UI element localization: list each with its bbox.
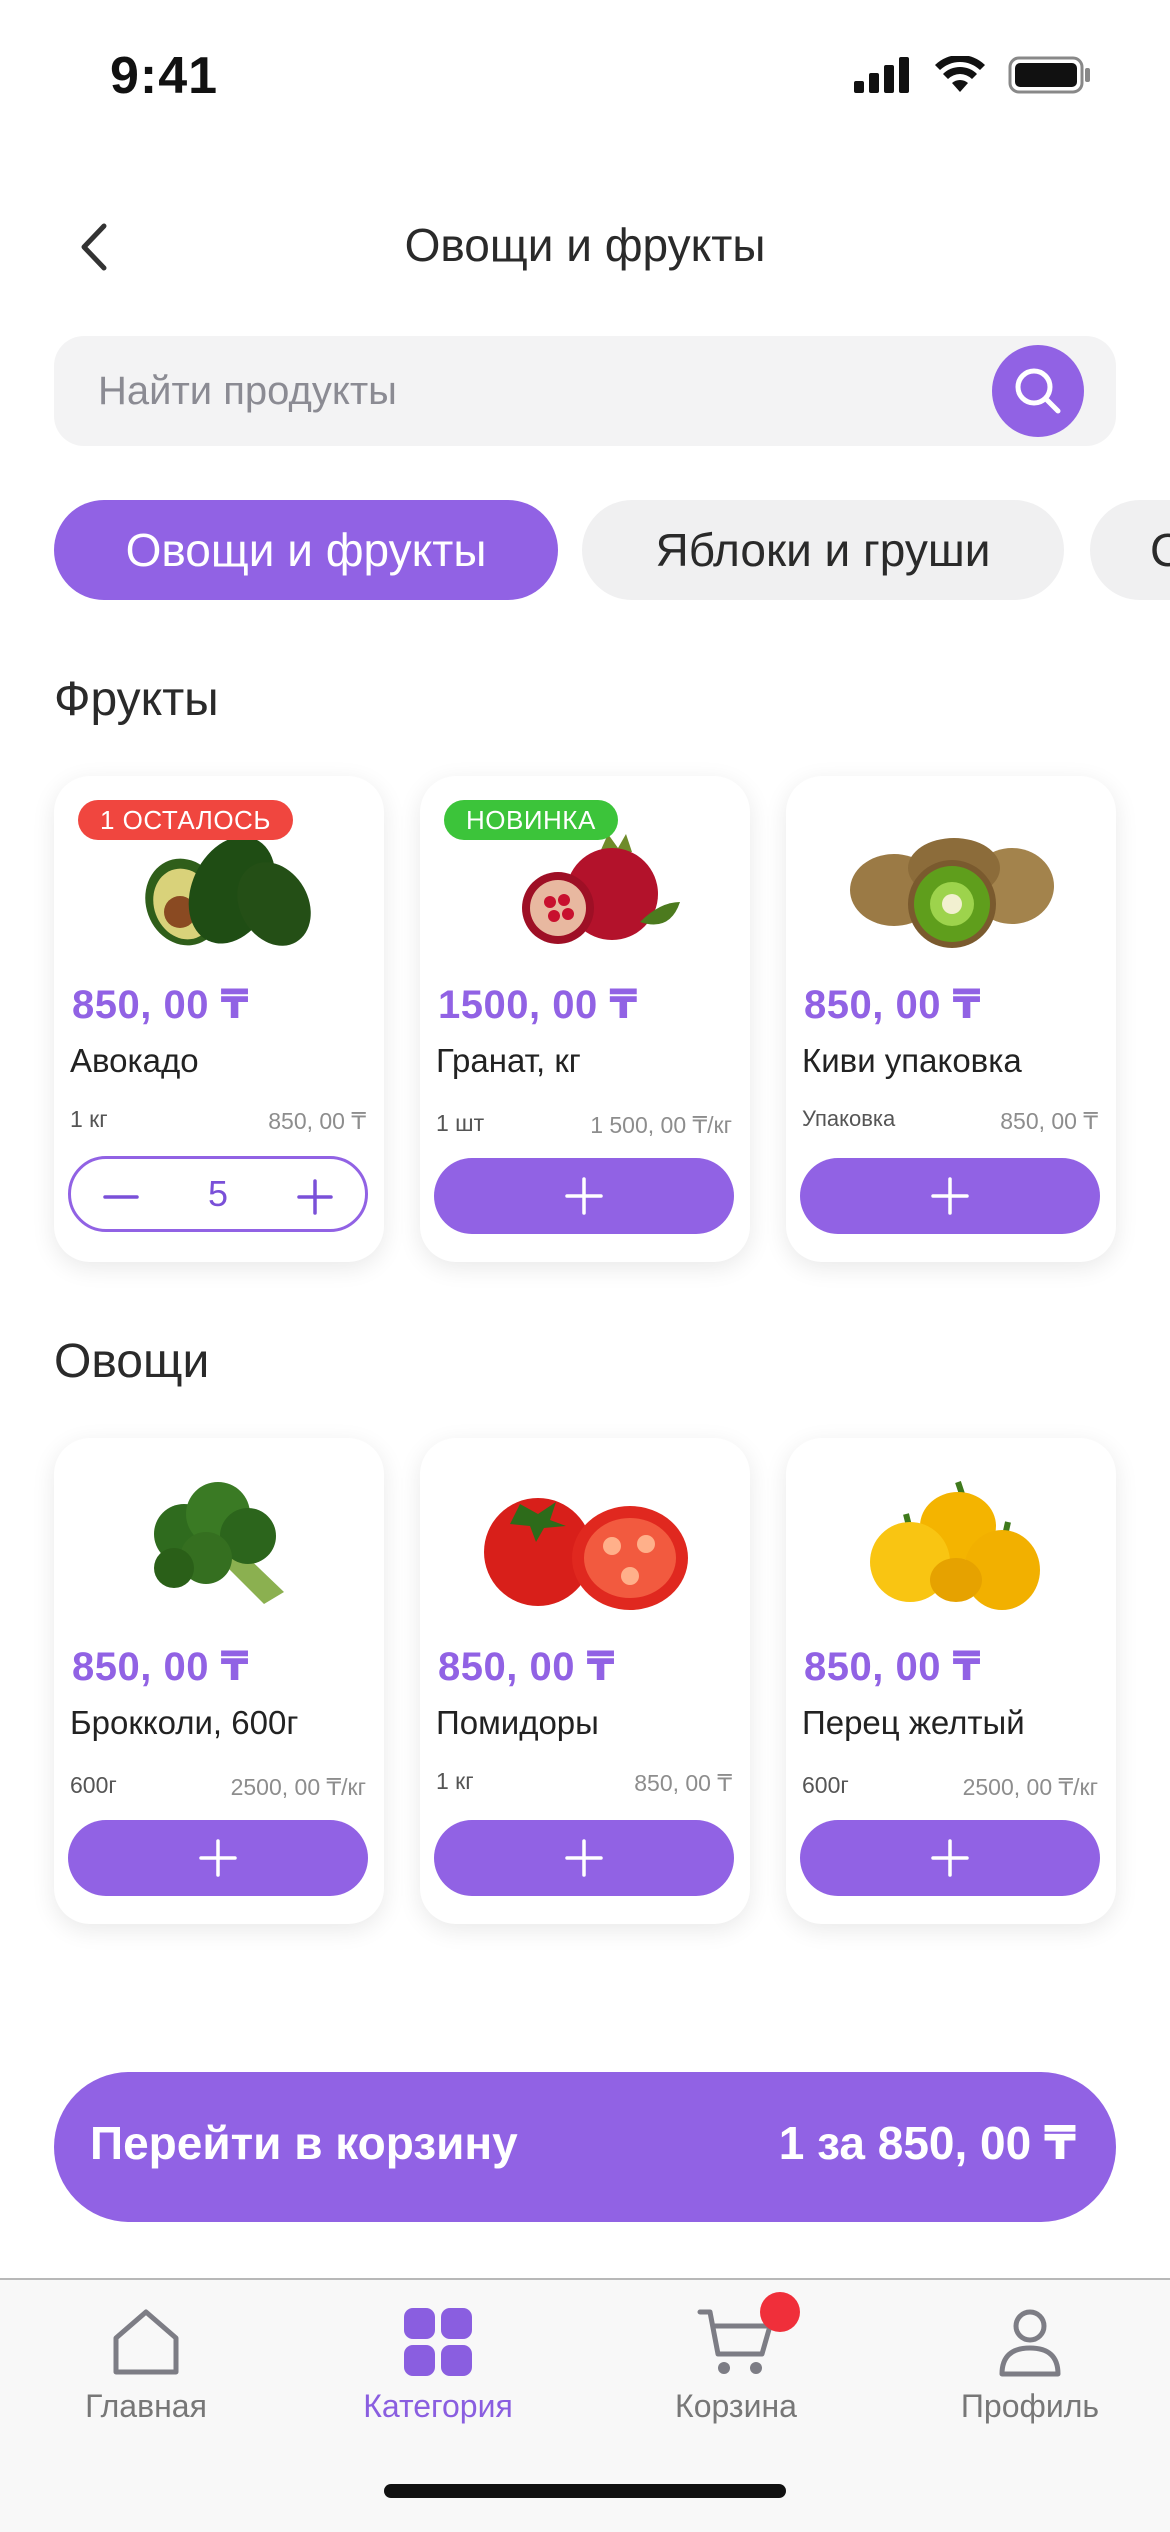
search-bar	[54, 336, 1116, 446]
go-to-cart-button[interactable]: Перейти в корзину 1 за 850, 00 ₸	[54, 2072, 1116, 2222]
plus-icon	[297, 1179, 333, 1215]
tab-label: Профиль	[960, 2388, 1100, 2424]
product-card-pomegranate[interactable]: НОВИНКА 1500, 00 ₸ Гранат, кг 1 шт 1 500…	[420, 776, 750, 1262]
kiwi-image	[850, 838, 1054, 948]
product-name: Перец желтый	[802, 1704, 1025, 1741]
go-to-cart-label: Перейти в корзину	[90, 2117, 518, 2169]
product-unit-price: 2500, 00 ₸/кг	[962, 1774, 1098, 1800]
product-unit: 1 кг	[70, 1106, 108, 1132]
product-unit: 1 шт	[436, 1110, 485, 1136]
cellular-signal-icon	[854, 57, 909, 93]
broccoli-image	[154, 1482, 284, 1604]
product-price: 850, 00 ₸	[72, 983, 249, 1027]
product-unit: Упаковка	[802, 1106, 896, 1131]
product-price: 850, 00 ₸	[804, 1645, 981, 1689]
chip-apples-pears[interactable]: Яблоки и груши	[582, 500, 1064, 600]
product-unit: 1 кг	[436, 1768, 474, 1794]
product-price: 850, 00 ₸	[72, 1645, 249, 1689]
category-chips: Овощи и фрукты Яблоки и груши С	[54, 500, 1170, 600]
tab-label: Главная	[85, 2388, 207, 2424]
product-unit-price: 2500, 00 ₸/кг	[230, 1774, 366, 1800]
tab-cart[interactable]: Корзина	[590, 2280, 882, 2480]
header: Овощи и фрукты	[0, 190, 1170, 300]
tab-label: Корзина	[675, 2388, 797, 2424]
plus-icon	[565, 1839, 603, 1877]
tab-label: Категория	[363, 2388, 513, 2424]
status-icons	[854, 56, 1092, 94]
product-price: 1500, 00 ₸	[438, 983, 638, 1027]
search-input[interactable]	[98, 336, 978, 446]
add-to-cart-button[interactable]	[800, 1158, 1100, 1234]
product-name: Помидоры	[436, 1704, 599, 1741]
add-to-cart-button[interactable]	[434, 1158, 734, 1234]
battery-icon	[1008, 56, 1090, 94]
tab-home[interactable]: Главная	[0, 2280, 292, 2480]
product-card-yellow-pepper[interactable]: 850, 00 ₸ Перец желтый 600г 2500, 00 ₸/к…	[786, 1438, 1116, 1924]
plus-icon	[931, 1839, 969, 1877]
search-icon	[1015, 368, 1061, 414]
product-price: 850, 00 ₸	[438, 1645, 615, 1689]
tab-category[interactable]: Категория	[292, 2280, 584, 2480]
product-card-tomatoes[interactable]: 850, 00 ₸ Помидоры 1 кг 850, 00 ₸	[420, 1438, 750, 1924]
profile-icon	[999, 2309, 1061, 2377]
product-unit-price: 850, 00 ₸	[268, 1108, 366, 1134]
product-card-avocado[interactable]: 1 ОСТАЛОСЬ 850, 00 ₸ Авокадо 1 кг 850, 0…	[54, 776, 384, 1262]
home-indicator	[384, 2484, 786, 2498]
product-name: Авокадо	[70, 1042, 199, 1079]
leftover-badge: 1 ОСТАЛОСЬ	[78, 800, 293, 840]
status-bar: 9:41	[0, 0, 1170, 150]
plus-icon	[931, 1177, 969, 1215]
plus-icon	[199, 1839, 237, 1877]
status-time: 9:41	[110, 47, 219, 105]
product-unit-price: 850, 00 ₸	[1000, 1108, 1098, 1134]
add-to-cart-button[interactable]	[800, 1820, 1100, 1896]
plus-icon	[565, 1177, 603, 1215]
search-button[interactable]	[992, 345, 1084, 437]
new-badge: НОВИНКА	[444, 800, 618, 840]
product-card-kiwi[interactable]: 850, 00 ₸ Киви упаковка Упаковка 850, 00…	[786, 776, 1116, 1262]
yellow-pepper-image	[870, 1481, 1040, 1610]
product-price: 850, 00 ₸	[804, 983, 981, 1027]
product-unit: 600г	[802, 1772, 849, 1798]
page-title: Овощи и фрукты	[404, 219, 766, 271]
product-unit-price: 1 500, 00 ₸/кг	[590, 1112, 732, 1138]
home-icon	[113, 2309, 179, 2375]
increase-button[interactable]	[295, 1177, 335, 1217]
product-name: Брокколи, 600г	[70, 1704, 299, 1741]
add-to-cart-button[interactable]	[68, 1820, 368, 1896]
chip-vegetables-fruits[interactable]: Овощи и фрукты	[54, 500, 558, 600]
product-name: Киви упаковка	[802, 1042, 1022, 1079]
tomatoes-image	[484, 1498, 688, 1610]
chip-more[interactable]: С	[1090, 500, 1170, 600]
wifi-icon	[935, 56, 985, 92]
grid-icon	[404, 2308, 472, 2376]
section-title-vegetables: Овощи	[54, 1335, 210, 1388]
product-name: Гранат, кг	[436, 1042, 581, 1079]
quantity-stepper: 5	[68, 1156, 368, 1232]
product-card-broccoli[interactable]: 850, 00 ₸ Брокколи, 600г 600г 2500, 00 ₸…	[54, 1438, 384, 1924]
tab-profile[interactable]: Профиль	[884, 2280, 1170, 2480]
cart-notification-dot	[760, 2292, 800, 2332]
add-to-cart-button[interactable]	[434, 1820, 734, 1896]
section-title-fruits: Фрукты	[54, 673, 219, 726]
product-unit-price: 850, 00 ₸	[634, 1770, 732, 1796]
product-unit: 600г	[70, 1772, 117, 1798]
cart-summary: 1 за 850, 00 ₸	[778, 2117, 1076, 2169]
